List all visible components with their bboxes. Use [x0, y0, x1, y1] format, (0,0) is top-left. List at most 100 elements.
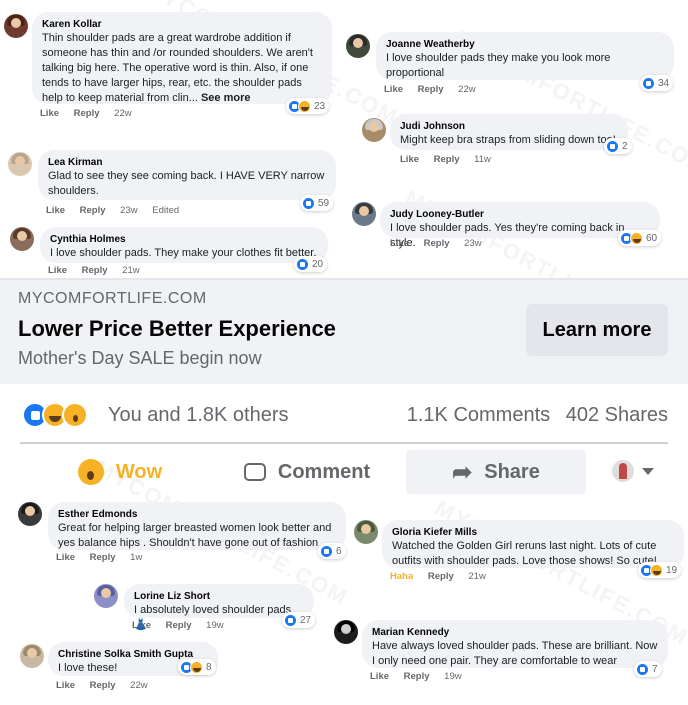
avatar[interactable]	[362, 118, 386, 142]
reply-link[interactable]: Reply	[80, 205, 106, 216]
comment-text: Have always loved shoulder pads. These a…	[372, 640, 658, 667]
reaction-count: 60	[646, 232, 658, 244]
like-link[interactable]: Like	[132, 620, 151, 631]
comment-actions: Like Reply 23w Edited	[46, 205, 191, 216]
reaction-count: 34	[658, 77, 670, 89]
reply-link[interactable]: Reply	[82, 265, 108, 276]
comment-author[interactable]: Lea Kirman	[48, 156, 326, 169]
haha-react-icon	[190, 660, 203, 674]
comment-timestamp[interactable]: 21w	[468, 571, 485, 582]
chevron-down-icon	[642, 467, 654, 475]
avatar[interactable]	[10, 227, 34, 251]
comments-count[interactable]: 1.1K Comments	[407, 404, 550, 426]
comment-author[interactable]: Joanne Weatherby	[386, 38, 664, 51]
comment-label: Comment	[277, 460, 371, 483]
like-link[interactable]: Like	[384, 84, 403, 95]
like-link[interactable]: Like	[56, 552, 75, 563]
like-link[interactable]: Like	[46, 205, 65, 216]
haha-react-icon	[298, 99, 311, 113]
reaction-summary[interactable]: 27	[282, 612, 316, 628]
comment-timestamp[interactable]: 22w	[458, 84, 475, 95]
wow-react-button[interactable]: Wow	[60, 450, 180, 494]
profile-selector[interactable]	[612, 460, 654, 482]
reactors-count[interactable]: You and 1.8K others	[108, 404, 289, 427]
comment-timestamp[interactable]: 22w	[114, 108, 131, 119]
comment-author[interactable]: Lorine Liz Short	[134, 590, 304, 603]
comment-author[interactable]: Judi Johnson	[400, 120, 618, 133]
reply-link[interactable]: Reply	[90, 552, 116, 563]
comment-timestamp[interactable]: 19w	[206, 620, 223, 631]
reply-link[interactable]: Reply	[418, 84, 444, 95]
avatar[interactable]	[346, 34, 370, 58]
comment-button[interactable]: Comment	[228, 450, 386, 494]
comment-author[interactable]: Judy Looney-Butler	[390, 208, 650, 221]
reaction-summary[interactable]: 60	[618, 230, 662, 246]
avatar[interactable]	[20, 644, 44, 668]
like-link[interactable]: Like	[400, 154, 419, 165]
like-link[interactable]: Like	[370, 671, 389, 682]
ad-link-preview[interactable]: MYCOMFORTLIFE.COM Lower Price Better Exp…	[0, 280, 688, 384]
avatar[interactable]	[8, 152, 32, 176]
comment-author[interactable]: Cynthia Holmes	[50, 233, 318, 246]
reaction-summary[interactable]: 59	[300, 195, 334, 211]
comment: Christine Solka Smith Gupta I love these…	[0, 640, 240, 696]
post-reaction-summary: You and 1.8K others 1.1K Comments 402 Sh…	[0, 394, 688, 438]
reaction-icons[interactable]	[22, 402, 88, 428]
comment-bubble: Marian Kennedy Have always loved shoulde…	[362, 620, 668, 668]
comment-timestamp[interactable]: 23w	[464, 238, 481, 249]
comment-timestamp[interactable]: 22w	[130, 680, 147, 691]
reply-link[interactable]: Reply	[74, 108, 100, 119]
comment: Lorine Liz Short I absolutely loved shou…	[90, 582, 330, 634]
reaction-summary[interactable]: 6	[318, 543, 346, 559]
avatar[interactable]	[352, 202, 376, 226]
reaction-summary[interactable]: 23	[286, 98, 330, 114]
like-link[interactable]: Like	[40, 108, 59, 119]
comment-text: Watched the Golden Girl reruns last nigh…	[392, 540, 657, 567]
like-link[interactable]: Like	[48, 265, 67, 276]
reaction-summary[interactable]: 8	[178, 659, 216, 675]
profile-avatar	[612, 460, 634, 482]
comment-author[interactable]: Esther Edmonds	[58, 508, 336, 521]
comment-actions: Like Reply 19w	[370, 671, 474, 682]
reaction-summary[interactable]: 20	[294, 256, 328, 272]
avatar[interactable]	[4, 14, 28, 38]
comment-author[interactable]: Gloria Kiefer Mills	[392, 526, 674, 539]
reply-link[interactable]: Reply	[404, 671, 430, 682]
share-button[interactable]: ➦ Share	[406, 450, 586, 494]
reaction-summary[interactable]: 2	[604, 138, 632, 154]
comment-author[interactable]: Marian Kennedy	[372, 626, 658, 639]
avatar[interactable]	[334, 620, 358, 644]
reply-link[interactable]: Reply	[428, 571, 454, 582]
ad-subline: Mother's Day SALE begin now	[18, 348, 262, 368]
shares-count[interactable]: 402 Shares	[566, 404, 668, 426]
comment-timestamp[interactable]: 23w	[120, 205, 137, 216]
comment-timestamp[interactable]: 1w	[130, 552, 142, 563]
comment-timestamp[interactable]: 19w	[444, 671, 461, 682]
reply-link[interactable]: Reply	[166, 620, 192, 631]
comment-timestamp[interactable]: 21w	[122, 265, 139, 276]
learn-more-button[interactable]: Learn more	[526, 304, 668, 356]
wow-label: Wow	[115, 460, 163, 483]
haha-react-icon	[630, 231, 643, 245]
reaction-summary[interactable]: 19	[638, 562, 682, 578]
avatar[interactable]	[94, 584, 118, 608]
comment-bubble: Karen Kollar Thin shoulder pads are a gr…	[32, 12, 332, 104]
reaction-summary[interactable]: 7	[634, 661, 662, 677]
haha-reacted-link[interactable]: Haha	[390, 571, 413, 582]
avatar[interactable]	[18, 502, 42, 526]
like-link[interactable]: Like	[56, 680, 75, 691]
reply-link[interactable]: Reply	[90, 680, 116, 691]
avatar[interactable]	[354, 520, 378, 544]
reaction-summary[interactable]: 34	[640, 75, 674, 91]
see-more-link[interactable]: See more	[201, 92, 251, 104]
reply-link[interactable]: Reply	[424, 238, 450, 249]
comment-bubble-icon	[243, 463, 266, 481]
haha-react-icon	[650, 563, 663, 577]
reply-link[interactable]: Reply	[434, 154, 460, 165]
reaction-count: 2	[622, 140, 628, 152]
comment-author[interactable]: Karen Kollar	[42, 18, 322, 31]
ad-headline[interactable]: Lower Price Better Experience	[18, 316, 336, 342]
reaction-count: 6	[336, 545, 342, 557]
comment-timestamp[interactable]: 11w	[474, 154, 491, 165]
like-link[interactable]: Like	[390, 238, 409, 249]
